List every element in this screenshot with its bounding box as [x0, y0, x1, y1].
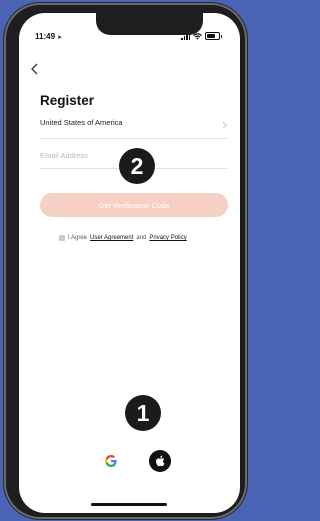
status-bar-time: 11:49 ➤	[35, 32, 62, 41]
get-verification-code-button[interactable]: Get Verification Code	[40, 193, 228, 217]
location-icon: ➤	[57, 35, 63, 41]
google-icon	[105, 455, 117, 467]
agree-prefix: I Agree	[68, 235, 88, 241]
country-value: United States of America	[40, 118, 123, 127]
wifi-icon	[193, 32, 202, 40]
step-badge-1: 1	[125, 395, 161, 431]
home-indicator	[91, 503, 167, 506]
country-selector[interactable]: United States of America	[40, 118, 228, 139]
page-title: Register	[40, 93, 95, 108]
status-bar-icons	[181, 32, 222, 40]
time-text: 11:49	[35, 32, 56, 41]
user-agreement-link[interactable]: User Agreement	[90, 235, 133, 241]
back-arrow-icon[interactable]	[29, 63, 41, 75]
google-login-button[interactable]	[100, 450, 122, 472]
app-screen: 11:49 ➤ Register United States of America	[19, 13, 240, 513]
agree-checkbox[interactable]	[59, 235, 65, 241]
cellular-signal-icon	[181, 32, 190, 40]
phone-frame: 11:49 ➤ Register United States of America	[4, 3, 247, 519]
battery-icon	[205, 32, 222, 40]
privacy-policy-link[interactable]: Privacy Policy	[149, 235, 186, 241]
chevron-right-icon	[222, 121, 228, 129]
apple-icon	[156, 455, 165, 467]
agree-and: and	[136, 235, 147, 241]
step-badge-2: 2	[119, 148, 155, 184]
apple-login-button[interactable]	[149, 450, 171, 472]
agreement-row: I Agree User Agreement and Privacy Polic…	[59, 235, 187, 241]
